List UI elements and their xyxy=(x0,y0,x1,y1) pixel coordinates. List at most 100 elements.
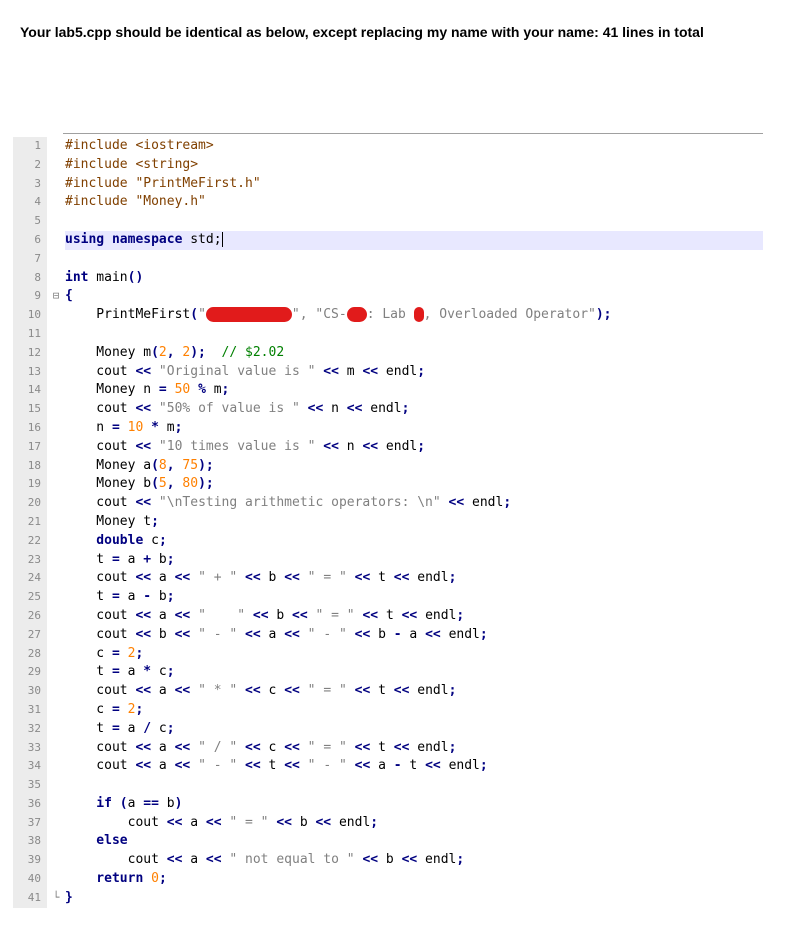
line-number: 37 xyxy=(13,813,47,833)
code-token: b xyxy=(370,626,394,642)
code-line[interactable]: t = a + b; xyxy=(65,551,763,570)
code-line[interactable]: else xyxy=(65,832,763,851)
code-token: ; xyxy=(479,758,488,774)
code-line[interactable]: cout << a << " " << b << " = " << t << e… xyxy=(65,607,763,626)
code-token: " + " xyxy=(190,570,246,586)
code-line[interactable]: t = a / c; xyxy=(65,720,763,739)
code-token: << xyxy=(284,683,300,699)
code-line[interactable]: #include "Money.h" xyxy=(65,193,763,212)
code-token: 2 xyxy=(158,344,167,360)
code-token: << xyxy=(393,739,410,755)
code-line[interactable]: t = a - b; xyxy=(65,588,763,607)
code-token: << xyxy=(245,758,261,774)
code-token: else xyxy=(65,833,128,849)
code-line[interactable]: c = 2; xyxy=(65,701,763,720)
line-number: 23 xyxy=(13,550,47,570)
code-token: " - " xyxy=(190,758,246,774)
code-editor[interactable]: 1 2 3 4 5 6 7 8 9 10 11 12 13 14 15 16 17 18 19 20 21 22 23 24 2… xyxy=(13,133,763,908)
code-line[interactable] xyxy=(65,776,763,795)
code-token: << xyxy=(448,495,465,511)
code-line[interactable]: t = a * c; xyxy=(65,663,763,682)
code-line[interactable]: n = 10 * m; xyxy=(65,419,763,438)
code-token: << xyxy=(284,570,300,586)
code-line[interactable]: Money n = 50 % m; xyxy=(65,381,763,400)
code-line[interactable] xyxy=(65,325,763,344)
code-token: ( xyxy=(151,457,159,473)
code-token: std; xyxy=(182,231,222,247)
code-line[interactable]: if (a == b) xyxy=(65,795,763,814)
line-number: 10 xyxy=(13,306,47,325)
code-token: " - " xyxy=(299,626,355,642)
code-token: return xyxy=(65,871,144,887)
code-line[interactable]: cout << a << " = " << b << endl; xyxy=(65,814,763,833)
code-line[interactable]: cout << a << " * " << c << " = " << t <<… xyxy=(65,682,763,701)
line-number: 32 xyxy=(13,719,47,739)
code-line[interactable]: Money a(8, 75); xyxy=(65,457,763,476)
code-token: << xyxy=(135,739,152,755)
line-number: 31 xyxy=(13,700,47,720)
code-token: << xyxy=(292,607,308,623)
code-line[interactable]: cout << b << " - " << a << " - " << b - … xyxy=(65,626,763,645)
code-line[interactable] xyxy=(65,250,763,269)
code-line[interactable]: #include <iostream> xyxy=(65,137,763,156)
code-line[interactable]: cout << "Original value is " << m << end… xyxy=(65,363,763,382)
code-line[interactable]: cout << a << " - " << t << " - " << a - … xyxy=(65,757,763,776)
code-line[interactable]: #include <string> xyxy=(65,156,763,175)
fold-toggle-icon[interactable]: ⊟ xyxy=(49,287,63,306)
code-line[interactable]: cout << a << " / " << c << " = " << t <<… xyxy=(65,739,763,758)
code-token: << xyxy=(135,683,152,699)
code-area[interactable]: #include <iostream> #include <string> #inc… xyxy=(65,137,763,908)
line-number: 4 xyxy=(13,193,47,213)
code-token: << xyxy=(205,814,222,830)
code-line[interactable]: #include "PrintMeFirst.h" xyxy=(65,175,763,194)
code-token: << xyxy=(135,570,152,586)
code-token: PrintMeFirst xyxy=(65,307,191,323)
code-token: #include "Money.h" xyxy=(65,194,206,210)
code-line[interactable] xyxy=(65,212,763,231)
code-line[interactable]: c = 2; xyxy=(65,645,763,664)
line-number: 5 xyxy=(13,212,47,231)
code-line[interactable]: int main() xyxy=(65,269,763,288)
code-line[interactable]: cout << a << " + " << b << " = " << t <<… xyxy=(65,569,763,588)
code-token: << xyxy=(425,758,441,774)
code-token: endl xyxy=(409,683,449,699)
line-number: 19 xyxy=(13,475,47,495)
code-token: endl xyxy=(440,626,480,642)
code-line[interactable]: return 0; xyxy=(65,870,763,889)
code-line[interactable]: PrintMeFirst(" ", "CS-: Lab , Overloaded … xyxy=(65,306,763,325)
line-number: 11 xyxy=(13,324,47,344)
redaction-mark xyxy=(413,307,424,323)
code-line[interactable]: cout << a << " not equal to " << b << en… xyxy=(65,851,763,870)
code-token: - xyxy=(393,626,402,642)
code-line[interactable]: { xyxy=(65,287,763,306)
code-line[interactable]: Money m(2, 2); // $2.02 xyxy=(65,344,763,363)
code-token: " * " xyxy=(190,683,246,699)
code-token: ); xyxy=(198,457,214,473)
code-token: == xyxy=(143,795,159,811)
code-line[interactable]: using namespace std; xyxy=(65,230,763,250)
code-token: b xyxy=(378,852,402,868)
code-line[interactable]: Money b(5, 80); xyxy=(65,475,763,494)
line-number: 20 xyxy=(13,494,47,513)
code-token: << xyxy=(135,438,152,454)
code-token: , xyxy=(166,457,183,473)
code-line[interactable]: cout << "\nTesting arithmetic operators:… xyxy=(65,494,763,513)
line-number: 16 xyxy=(13,418,47,438)
code-token: t xyxy=(401,758,426,774)
line-number: 7 xyxy=(13,249,47,269)
code-line[interactable]: cout << "50% of value is " << n << endl; xyxy=(65,400,763,419)
line-number: 36 xyxy=(13,794,47,814)
code-line[interactable]: double c; xyxy=(65,532,763,551)
code-line[interactable]: cout << "10 times value is " << n << end… xyxy=(65,438,763,457)
code-token: << xyxy=(135,607,152,623)
code-line[interactable]: } xyxy=(65,889,763,908)
code-token: cout xyxy=(65,626,136,642)
code-line[interactable]: Money t; xyxy=(65,513,763,532)
code-token: << xyxy=(135,401,152,417)
code-token: a xyxy=(151,758,175,774)
code-token: = xyxy=(158,382,167,398)
code-token: a xyxy=(119,589,144,605)
